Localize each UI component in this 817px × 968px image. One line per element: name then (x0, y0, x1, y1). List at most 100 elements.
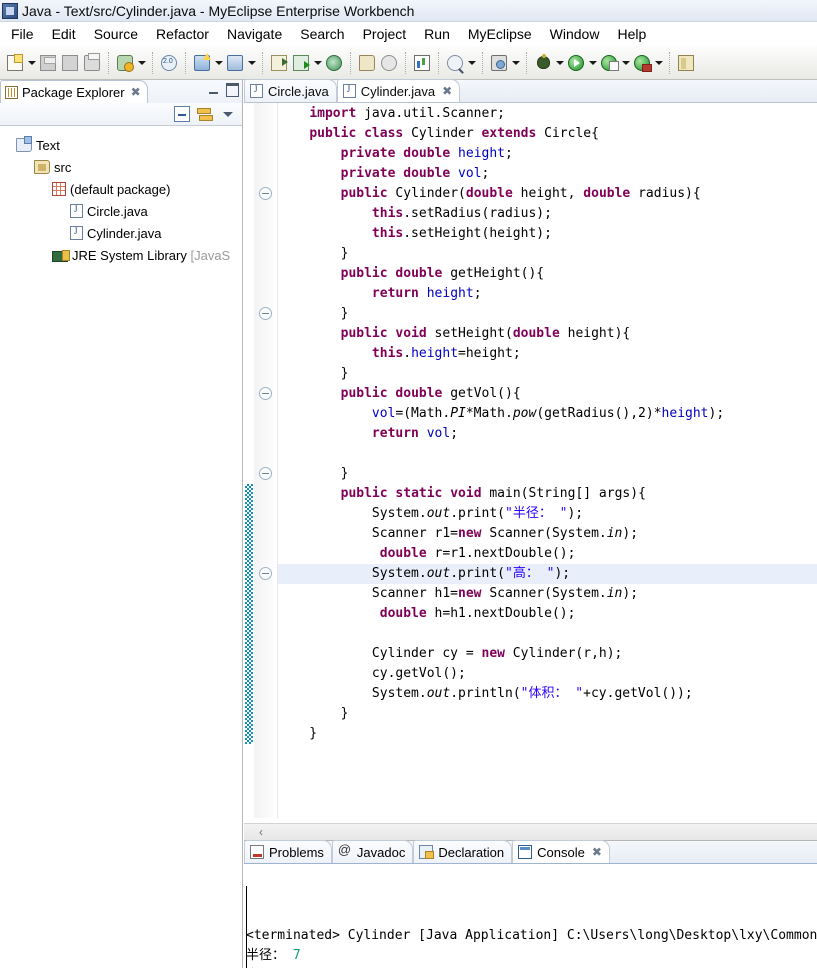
tree-item-text[interactable]: Text (0, 134, 242, 156)
menu-item-edit[interactable]: Edit (43, 24, 85, 44)
tree-item-jre-system-library[interactable]: JRE System Library [JavaS (0, 244, 242, 266)
save-icon (40, 54, 56, 71)
open-type-dropdown-arrow[interactable] (246, 52, 257, 74)
code-token: public (340, 386, 388, 401)
open-resource-button[interactable] (356, 52, 378, 74)
menu-item-project[interactable]: Project (354, 24, 416, 44)
tree-item-circle-java[interactable]: Circle.java (0, 200, 242, 222)
debug-button[interactable] (532, 52, 554, 74)
code-line: this.setHeight(height); (278, 224, 817, 244)
code-token: System. (278, 506, 427, 521)
code-line: System.out.print("半径： "); (278, 504, 817, 524)
new-dropdown-arrow[interactable] (26, 52, 37, 74)
save-all-button[interactable] (59, 52, 81, 74)
run-dropdown-arrow[interactable] (587, 52, 598, 74)
menu-item-navigate[interactable]: Navigate (218, 24, 291, 44)
close-icon[interactable]: ✖ (442, 84, 452, 98)
tab-problems[interactable]: Problems (244, 840, 332, 863)
scroll-left-icon[interactable]: ‹ (244, 825, 278, 839)
external-tools-dropdown-arrow[interactable] (653, 52, 664, 74)
globe-button[interactable] (323, 52, 345, 74)
editor-horizontal-scrollbar[interactable]: ‹ (244, 823, 817, 840)
print-button[interactable] (81, 52, 103, 74)
run-button[interactable] (565, 52, 587, 74)
java-file-icon (342, 84, 356, 98)
tree-item-cylinder-java[interactable]: Cylinder.java (0, 222, 242, 244)
close-icon[interactable]: ✖ (131, 85, 141, 99)
tab-package-explorer[interactable]: Package Explorer ✖ (0, 80, 148, 103)
external-tools-button[interactable] (631, 52, 653, 74)
new-wizard-dropdown-arrow[interactable] (213, 52, 224, 74)
fold-collapse-icon[interactable] (259, 307, 272, 320)
editor-tab-label: Cylinder.java (360, 83, 436, 99)
save-button[interactable] (37, 52, 59, 74)
code-line: System.out.println("体积： "+cy.getVol()); (278, 684, 817, 704)
web-browser-button[interactable] (158, 52, 180, 74)
fold-collapse-icon[interactable] (259, 467, 272, 480)
report-button[interactable] (411, 52, 433, 74)
bottom-panel: Problems Javadoc Declaration Console ✖ <term… (244, 840, 817, 968)
code-token: .setRadius(radius); (403, 206, 552, 221)
package-explorer-view: Package Explorer ✖ Text src (default packa… (0, 80, 243, 968)
fold-collapse-icon[interactable] (259, 187, 272, 200)
code-token: radius){ (630, 186, 701, 201)
maximize-icon[interactable] (225, 82, 239, 97)
fold-collapse-icon[interactable] (259, 567, 272, 580)
new-file-icon (7, 53, 23, 71)
link-editor-icon[interactable] (197, 106, 213, 122)
minimize-icon[interactable] (207, 82, 220, 95)
menu-item-source[interactable]: Source (85, 24, 147, 44)
close-icon[interactable]: ✖ (592, 845, 602, 859)
tab-javadoc[interactable]: Javadoc (331, 840, 414, 863)
search-dropdown-arrow[interactable] (466, 52, 477, 74)
folding-margin[interactable] (254, 103, 278, 818)
menu-item-file[interactable]: File (2, 24, 43, 44)
code-token: double (395, 386, 443, 401)
code-token: r=r1.nextDouble(); (426, 546, 576, 561)
run-history-button[interactable] (598, 52, 620, 74)
menu-item-refactor[interactable]: Refactor (147, 24, 218, 44)
package-explorer-tab-row: Package Explorer ✖ (0, 80, 242, 103)
debug-dropdown-arrow[interactable] (554, 52, 565, 74)
code-line: public static void main(String[] args){ (278, 484, 817, 504)
menu-item-run[interactable]: Run (415, 24, 459, 44)
new-wizard-button[interactable] (191, 52, 213, 74)
tree-item-default-package[interactable]: (default package) (0, 178, 242, 200)
open-type-button[interactable] (224, 52, 246, 74)
toolbar-separator (185, 51, 186, 74)
deploy-button[interactable] (114, 52, 136, 74)
source-editor[interactable]: import java.util.Scanner; public class C… (244, 103, 817, 818)
chevron-down-icon[interactable] (220, 106, 236, 122)
deploy-run-button[interactable] (290, 52, 312, 74)
run-history-icon (601, 54, 619, 71)
menu-item-search[interactable]: Search (291, 24, 353, 44)
snapshot-dropdown-arrow[interactable] (510, 52, 521, 74)
code-token: .print( (450, 506, 505, 521)
menu-item-window[interactable]: Window (541, 24, 609, 44)
editor-tab-circle-java[interactable]: Circle.java (244, 79, 337, 102)
run-history-dropdown-arrow[interactable] (620, 52, 631, 74)
undo-button[interactable] (378, 52, 400, 74)
code-token: Cylinder(r,h); (504, 646, 623, 661)
tab-declaration[interactable]: Declaration (413, 840, 513, 863)
code-token: out (426, 686, 451, 701)
menu-item-help[interactable]: Help (608, 24, 655, 44)
tab-console[interactable]: Console ✖ (512, 840, 610, 863)
console-output[interactable]: <terminated> Cylinder [Java Application]… (244, 864, 817, 968)
code-line: return vol; (278, 424, 817, 444)
collapse-all-icon[interactable] (174, 106, 190, 122)
search-button[interactable] (444, 52, 466, 74)
deploy-dropdown-arrow[interactable] (136, 52, 147, 74)
deploy-run-dropdown-arrow[interactable] (312, 52, 323, 74)
snapshot-button[interactable] (488, 52, 510, 74)
code-text[interactable]: import java.util.Scanner; public class C… (278, 103, 817, 818)
perspective-button[interactable] (675, 52, 697, 74)
tree-item-src[interactable]: src (0, 156, 242, 178)
menu-item-myeclipse[interactable]: MyEclipse (459, 24, 541, 44)
new-button[interactable] (4, 52, 26, 74)
export-button[interactable] (268, 52, 290, 74)
fold-collapse-icon[interactable] (259, 387, 272, 400)
editor-tab-cylinder-java[interactable]: Cylinder.java ✖ (336, 79, 461, 102)
